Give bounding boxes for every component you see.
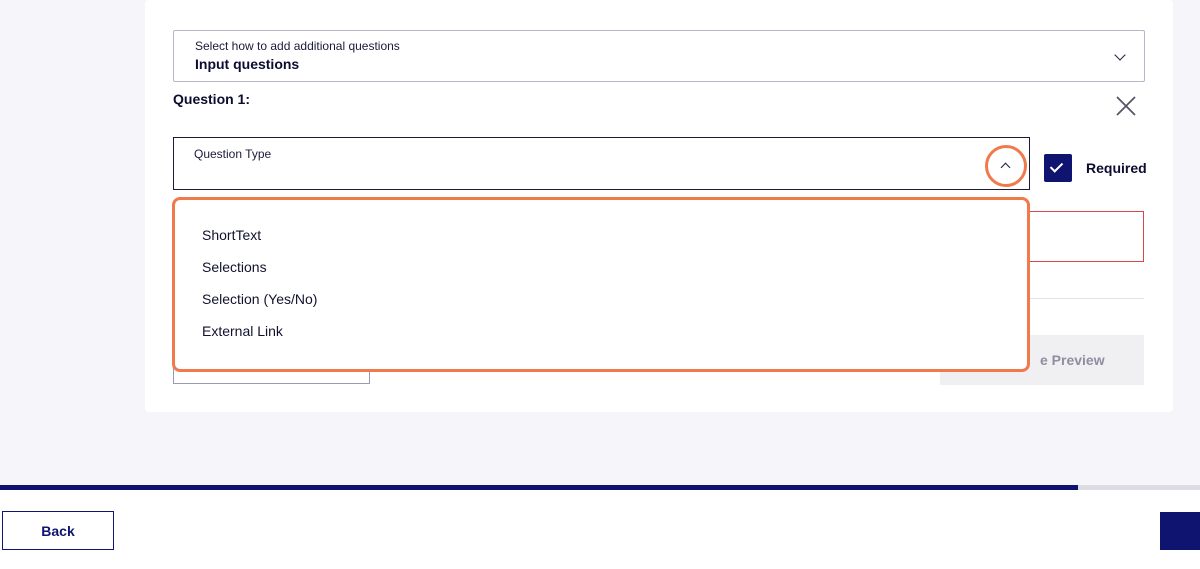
add-questions-select-label: Select how to add additional questions (195, 39, 400, 53)
next-button[interactable] (1160, 512, 1200, 550)
required-checkbox[interactable] (1044, 154, 1072, 182)
close-icon[interactable] (1114, 94, 1138, 118)
question-type-toggle[interactable] (985, 145, 1027, 187)
check-icon (1049, 159, 1064, 173)
divider (1028, 298, 1144, 299)
question-type-option[interactable]: External Link (202, 321, 317, 353)
question-type-label: Question Type (194, 147, 272, 161)
question-type-option[interactable]: ShortText (202, 225, 317, 257)
footer: Back (0, 490, 1200, 569)
question-type-dropdown: ShortText Selections Selection (Yes/No) Ext… (172, 197, 1030, 372)
question-type-option[interactable]: Selections (202, 257, 317, 289)
chevron-up-icon (1000, 162, 1011, 173)
error-field[interactable] (1028, 211, 1144, 262)
add-questions-select[interactable]: Select how to add additional questions I… (173, 30, 1145, 82)
chevron-down-icon (1114, 49, 1126, 61)
preview-button-label: e Preview (1040, 352, 1105, 368)
question-type-option[interactable]: Selection (Yes/No) (202, 289, 317, 321)
question-title: Question 1: (173, 91, 251, 107)
back-button[interactable]: Back (2, 511, 114, 550)
question-type-select[interactable]: Question Type (173, 137, 1030, 190)
options-list: ShortText Selections Selection (Yes/No) Ext… (202, 225, 317, 353)
required-label: Required (1086, 160, 1147, 176)
add-questions-select-value: Input questions (195, 56, 300, 72)
